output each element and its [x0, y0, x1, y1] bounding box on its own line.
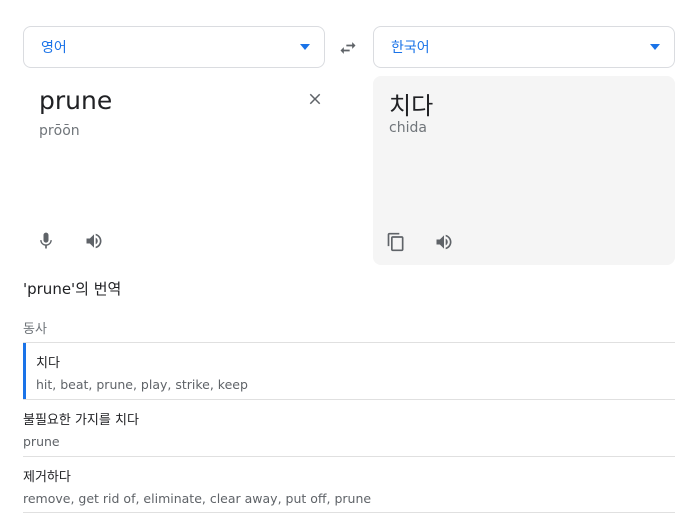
- copy-icon: [387, 232, 404, 252]
- translation-pane: 치다 chida: [373, 76, 675, 265]
- entry-synonyms: hit, beat, prune, play, strike, keep: [36, 377, 248, 392]
- entry-term: 치다: [36, 356, 60, 371]
- caret-down-icon: [300, 44, 310, 50]
- clear-source-button[interactable]: [304, 88, 326, 110]
- source-text[interactable]: prune: [39, 86, 112, 115]
- source-language-select[interactable]: 영어: [23, 26, 325, 68]
- part-of-speech-label: 동사: [23, 322, 47, 337]
- translation-transliteration: chida: [389, 120, 427, 136]
- dictionary-entry[interactable]: 제거하다 remove, get rid of, eliminate, clea…: [23, 456, 675, 513]
- entry-synonyms: prune: [23, 434, 60, 449]
- source-pane[interactable]: prune prōōn: [23, 76, 325, 265]
- entry-term: 제거하다: [23, 470, 71, 485]
- target-language-select[interactable]: 한국어: [373, 26, 675, 68]
- entry-term: 불필요한 가지를 치다: [23, 413, 139, 428]
- dictionary-entries: 치다 hit, beat, prune, play, strike, keep …: [23, 342, 675, 513]
- copy-translation-button[interactable]: [383, 229, 409, 255]
- translation-text: 치다: [389, 92, 434, 120]
- listen-source-button[interactable]: [81, 228, 107, 254]
- dictionary-heading: 'prune'의 번역: [23, 280, 122, 298]
- speaker-icon: [86, 233, 102, 249]
- dictionary-entry[interactable]: 불필요한 가지를 치다 prune: [23, 399, 675, 456]
- microphone-icon: [40, 232, 52, 249]
- source-language-label: 영어: [41, 40, 67, 56]
- microphone-button[interactable]: [33, 228, 59, 254]
- swap-arrows-icon: [340, 42, 356, 54]
- target-language-label: 한국어: [391, 40, 430, 56]
- source-transliteration: prōōn: [39, 123, 80, 139]
- dictionary-entry[interactable]: 치다 hit, beat, prune, play, strike, keep: [23, 342, 675, 399]
- swap-languages-button[interactable]: [335, 35, 361, 61]
- caret-down-icon: [650, 44, 660, 50]
- close-icon: [309, 93, 321, 105]
- speaker-icon: [436, 234, 452, 250]
- entry-synonyms: remove, get rid of, eliminate, clear awa…: [23, 491, 372, 506]
- listen-translation-button[interactable]: [431, 229, 457, 255]
